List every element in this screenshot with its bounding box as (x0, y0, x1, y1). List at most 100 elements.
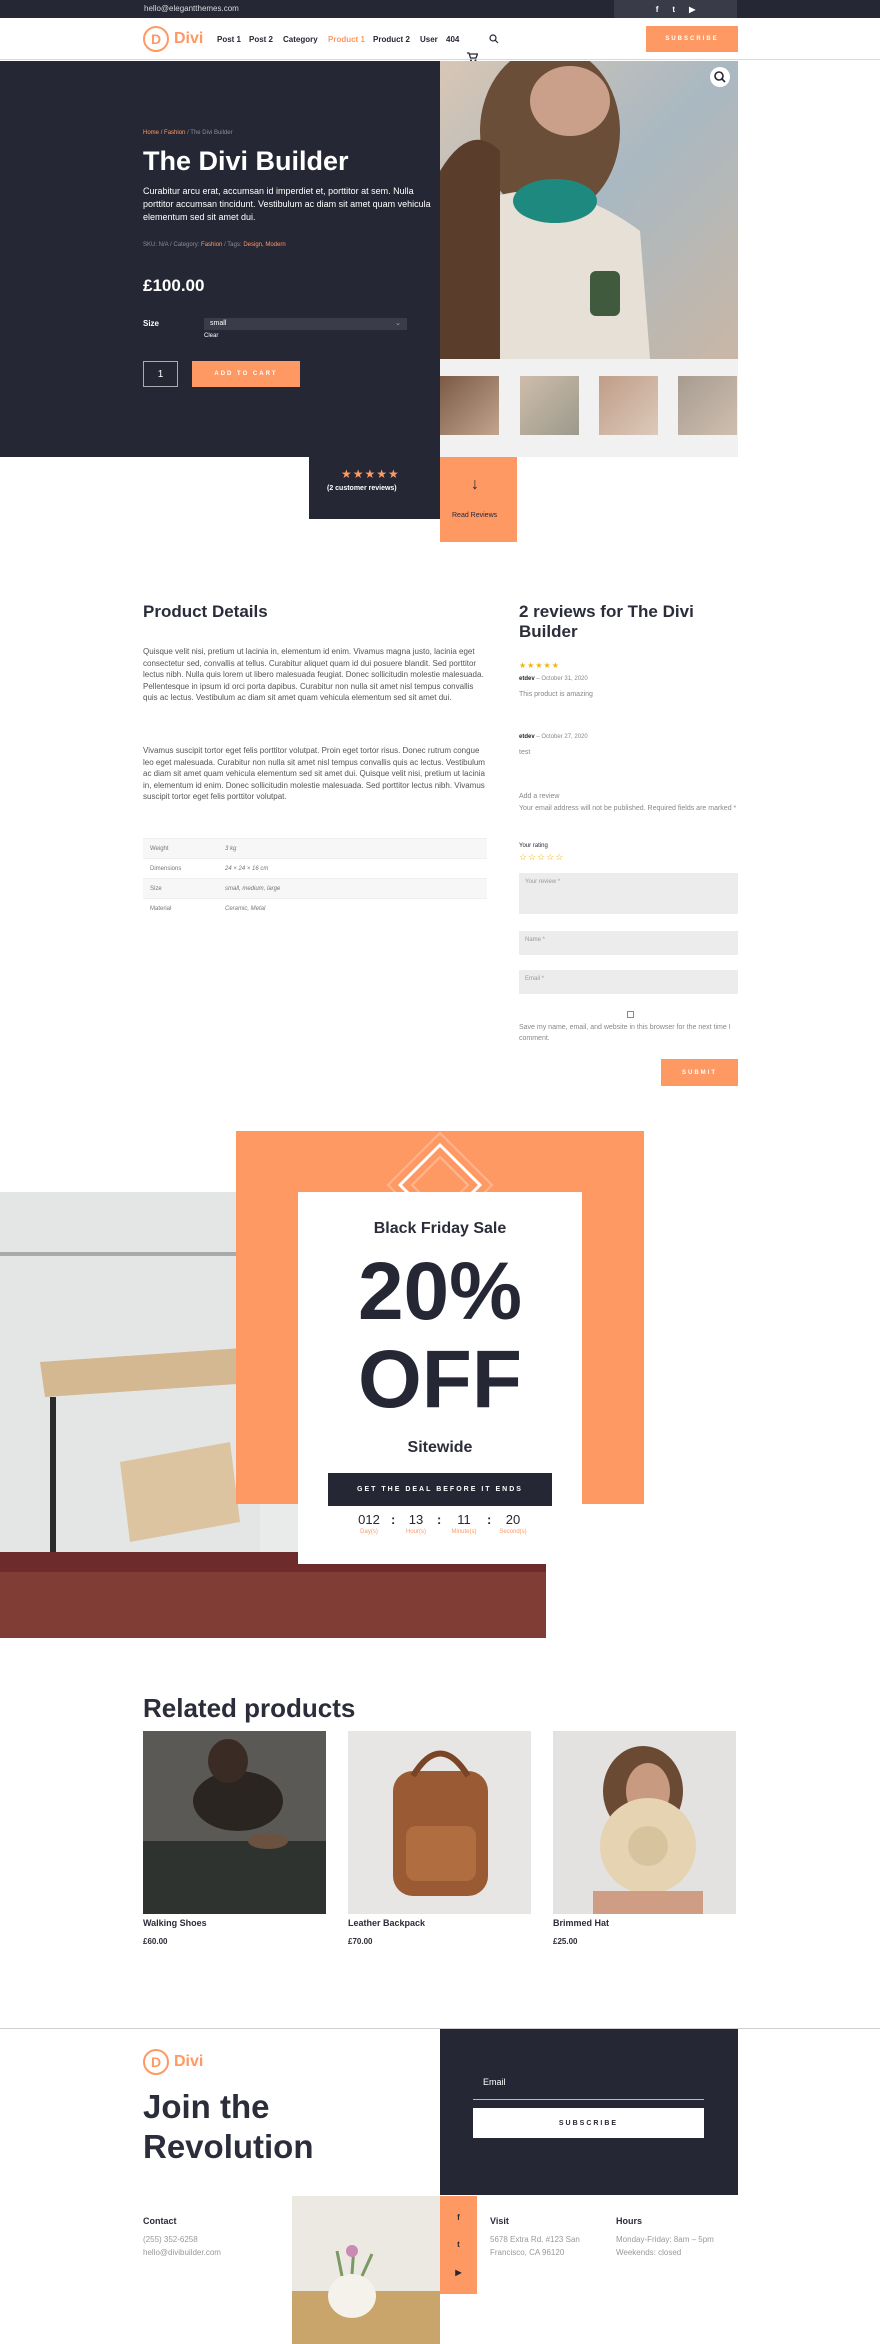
youtube-icon[interactable]: ▶ (455, 2268, 461, 2277)
clear-link[interactable]: Clear (204, 333, 218, 339)
related-product-image[interactable] (553, 1731, 736, 1914)
contact-phone[interactable]: (255) 352-6258 (143, 2233, 198, 2246)
related-product-name[interactable]: Brimmed Hat (553, 1918, 609, 1928)
related-product-price: £70.00 (348, 1937, 373, 1946)
submit-review-button[interactable]: SUBMIT (661, 1059, 738, 1086)
logo-text[interactable]: Divi (174, 30, 203, 48)
visit-address-line1: 5678 Extra Rd. #123 San (490, 2235, 580, 2244)
spec-key: Dimensions (150, 865, 182, 872)
review-text: This product is amazing (519, 691, 593, 698)
newsletter-subscribe-button[interactable]: SUBSCRIBE (473, 2108, 704, 2138)
top-bar-email[interactable]: hello@elegantthemes.com (144, 4, 239, 13)
breadcrumb-home[interactable]: Home (143, 130, 159, 136)
youtube-icon[interactable]: ▶ (689, 5, 695, 14)
spec-key: Weight (150, 845, 169, 852)
arrow-down-icon: ↓ (471, 476, 479, 493)
product-hero (0, 61, 440, 457)
footer-plant-image (292, 2196, 440, 2344)
add-to-cart-button[interactable]: ADD TO CART (192, 361, 300, 387)
table-row: Dimensions 24 × 24 × 16 cm (143, 858, 487, 878)
spec-key: Size (150, 885, 162, 892)
product-hero-image[interactable] (440, 61, 738, 359)
sale-percent: 20% (357, 1246, 523, 1337)
save-info-checkbox[interactable] (627, 1011, 634, 1018)
facebook-icon[interactable]: f (656, 5, 659, 14)
countdown-seconds: 20 (505, 1512, 521, 1527)
size-label: Size (143, 319, 160, 328)
product-title: The Divi Builder (143, 146, 349, 176)
related-product-price: £25.00 (553, 1937, 578, 1946)
related-product-name[interactable]: Leather Backpack (348, 1918, 425, 1928)
review-textarea[interactable]: Your review * (519, 873, 738, 914)
nav-item-404[interactable]: 404 (446, 35, 459, 44)
product-details-title: Product Details (143, 602, 268, 621)
chevron-down-icon: ⌄ (395, 320, 401, 327)
zoom-button[interactable] (710, 67, 730, 87)
hours-heading: Hours (616, 2216, 643, 2226)
spec-value: 24 × 24 × 16 cm (225, 865, 269, 872)
gallery-thumbnail[interactable] (599, 376, 658, 435)
spec-value: 3 kg (225, 845, 237, 852)
product-tags-link[interactable]: Design, Modern (243, 242, 285, 248)
breadcrumb-category[interactable]: Fashion (164, 130, 185, 136)
related-product-image[interactable] (143, 1731, 326, 1914)
countdown-minutes: 11 (457, 1512, 471, 1527)
nav-item-product2[interactable]: Product 2 (373, 35, 410, 44)
countdown-separator: : (437, 1512, 442, 1527)
product-category-link[interactable]: Fashion (201, 242, 222, 248)
gallery-thumbnail[interactable] (440, 376, 499, 435)
related-product-name[interactable]: Walking Shoes (143, 1918, 207, 1928)
twitter-icon[interactable]: t (457, 2240, 460, 2249)
search-icon[interactable] (489, 34, 499, 44)
footer-social: f t ▶ (440, 2196, 477, 2294)
visit-heading: Visit (490, 2216, 509, 2226)
facebook-icon[interactable]: f (457, 2213, 460, 2222)
name-field[interactable]: Name * (519, 931, 738, 955)
footer-headline: Join the Revolution (143, 2088, 314, 2165)
nav-item-category[interactable]: Category (283, 35, 318, 44)
read-reviews-button[interactable] (440, 457, 517, 542)
countdown-minutes-label: Minute(s) (451, 1529, 477, 1535)
gallery-thumbnail[interactable] (520, 376, 579, 435)
related-products-title: Related products (143, 1693, 356, 1723)
countdown-days: 012 (358, 1512, 380, 1527)
twitter-icon[interactable]: t (672, 5, 675, 14)
get-deal-button[interactable]: GET THE DEAL BEFORE IT ENDS (328, 1473, 552, 1506)
diamond-pattern-icon (386, 1131, 494, 1193)
specs-table: Weight 3 kg Dimensions 24 × 24 × 16 cm S… (143, 838, 487, 918)
gallery-thumbnail[interactable] (678, 376, 737, 435)
breadcrumb-current: / The Divi Builder (187, 130, 233, 136)
countdown-seconds-label: Second(s) (499, 1529, 527, 1535)
table-row: Material Ceramic, Metal (143, 898, 487, 918)
nav-item-product1[interactable]: Product 1 (328, 35, 365, 44)
footer-logo-icon[interactable]: D (143, 2049, 169, 2075)
size-select[interactable]: small ⌄ (204, 318, 407, 330)
countdown-days-label: Day(s) (360, 1529, 378, 1535)
quantity-input[interactable]: 1 (143, 361, 178, 387)
top-bar: hello@elegantthemes.com f t ▶ (0, 0, 880, 18)
nav-subscribe-button[interactable]: SUBSCRIBE (646, 26, 738, 52)
countdown-separator: : (391, 1512, 396, 1527)
nav-item-user[interactable]: User (420, 35, 438, 44)
review-count[interactable]: (2 customer reviews) (327, 485, 397, 492)
logo-icon[interactable]: D (143, 26, 169, 52)
email-field[interactable]: Email * (519, 970, 738, 994)
hours-weekends: Weekends: closed (616, 2248, 682, 2257)
review-author: etdev (519, 676, 535, 682)
main-nav: D Divi Post 1 Post 2 Category Product 1 … (0, 18, 880, 62)
breadcrumb: Home / Fashion / The Divi Builder (143, 130, 233, 136)
footer-logo-text[interactable]: Divi (174, 2053, 203, 2071)
review-author: etdev (519, 734, 535, 740)
table-row: Weight 3 kg (143, 838, 487, 858)
newsletter-email-input[interactable]: Email (483, 2077, 506, 2087)
sale-title: Black Friday Sale (373, 1220, 507, 1237)
rating-input-stars[interactable]: ☆☆☆☆☆ (519, 852, 564, 863)
your-rating-label: Your rating (519, 843, 548, 849)
nav-item-post1[interactable]: Post 1 (217, 35, 241, 44)
review-meta: etdev – October 31, 2020 (519, 676, 588, 682)
contact-heading: Contact (143, 2216, 177, 2226)
related-product-image[interactable] (348, 1731, 531, 1914)
nav-item-post2[interactable]: Post 2 (249, 35, 273, 44)
product-details-paragraph: Quisque velit nisi, pretium ut lacinia i… (143, 647, 484, 703)
contact-email[interactable]: hello@divibuilder.com (143, 2246, 221, 2259)
